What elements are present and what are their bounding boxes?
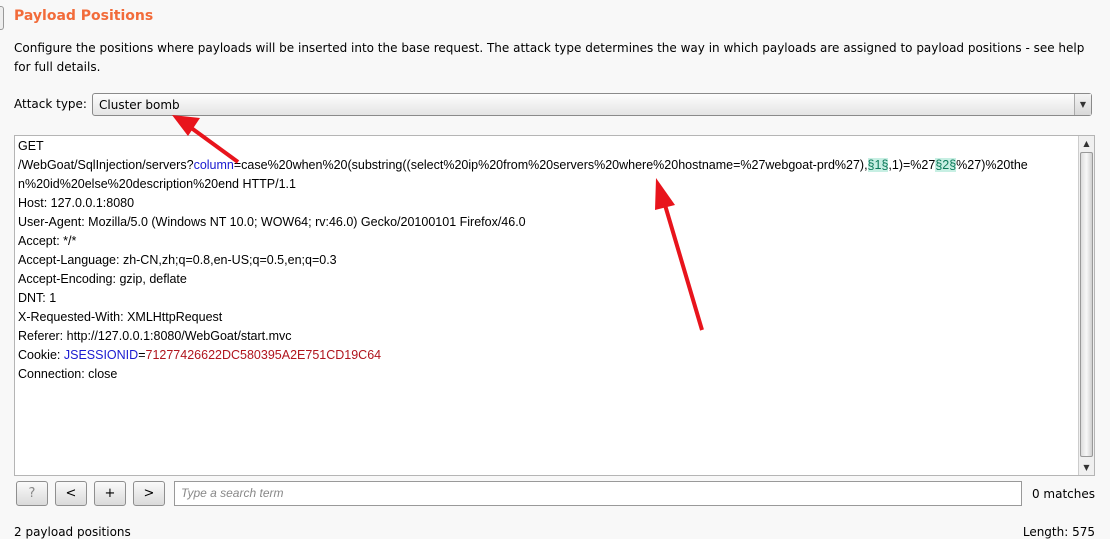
annotation-arrows (172, 115, 704, 331)
arrow-to-payload-markers (655, 178, 704, 331)
arrow-to-attack-type (172, 115, 240, 164)
